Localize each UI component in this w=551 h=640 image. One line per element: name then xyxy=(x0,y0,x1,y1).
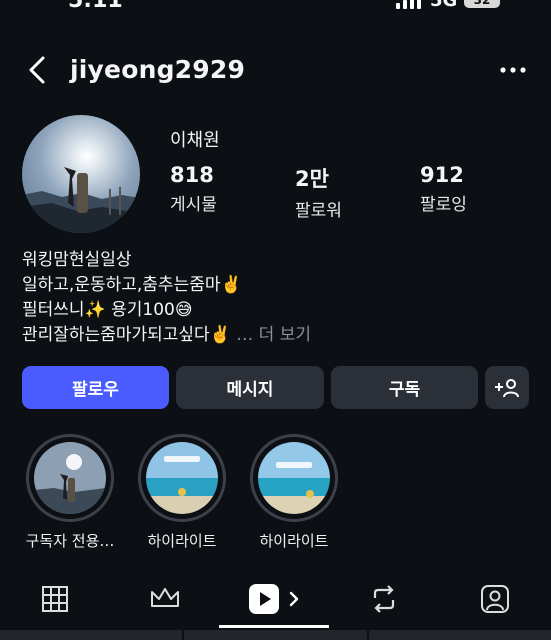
crown-icon xyxy=(151,588,179,607)
post-thumbnail[interactable] xyxy=(368,630,551,640)
bio-line: 일하고,운동하고,춤추는줌마✌️ xyxy=(22,275,242,295)
highlight-item[interactable]: 하이라이트 xyxy=(234,434,354,551)
following-count: 912 xyxy=(420,163,464,187)
posts-stat[interactable]: 818 게시물 xyxy=(170,163,217,215)
bio: 워킹맘현실일상 일하고,운동하고,춤추는줌마✌️ 필터쓰니✨ 용기100😅 관리… xyxy=(22,248,311,348)
message-button[interactable]: 메시지 xyxy=(176,366,324,409)
tab-grid[interactable] xyxy=(0,570,110,628)
followers-label: 팔로워 xyxy=(295,201,342,221)
highlight-ring xyxy=(250,434,338,522)
avatar[interactable] xyxy=(22,115,140,233)
highlight-caption: 하이라이트 xyxy=(147,532,217,550)
add-person-icon xyxy=(495,378,519,397)
display-name: 이채원 xyxy=(170,130,220,151)
signal-icon xyxy=(396,0,421,9)
follow-button[interactable]: 팔로우 xyxy=(22,366,169,409)
followers-count: 2만 xyxy=(295,167,329,191)
posts-label: 게시물 xyxy=(170,195,217,215)
grid-icon xyxy=(42,586,68,612)
post-grid-peek xyxy=(0,630,551,640)
tab-subscriber[interactable] xyxy=(110,570,220,628)
bio-more-link[interactable]: … 더 보기 xyxy=(236,325,311,345)
subscribe-button[interactable]: 구독 xyxy=(331,366,478,409)
followers-stat[interactable]: 2만 팔로워 xyxy=(295,163,342,221)
add-user-button[interactable] xyxy=(485,366,529,409)
highlight-ring xyxy=(138,434,226,522)
post-thumbnail[interactable] xyxy=(0,630,183,640)
tagged-person-icon xyxy=(481,585,509,613)
status-bar: 5:11 5G 32 xyxy=(0,0,551,14)
highlight-caption: 구독자 전용… xyxy=(25,532,115,550)
post-thumbnail[interactable] xyxy=(184,630,367,640)
profile-header: jiyeong2929 xyxy=(0,46,551,94)
network-label: 5G xyxy=(430,0,458,11)
highlight-thumbnail xyxy=(146,442,218,514)
content-tabs xyxy=(0,570,551,628)
bio-line: 워킹맘현실일상 xyxy=(22,250,132,270)
bio-line: 필터쓰니✨ 용기100😅 xyxy=(22,300,193,320)
highlight-ring xyxy=(26,434,114,522)
status-time: 5:11 xyxy=(68,0,123,13)
battery-icon: 32 xyxy=(464,0,500,8)
chevron-right-icon xyxy=(289,591,299,607)
highlight-item[interactable]: 구독자 전용… xyxy=(10,434,130,551)
highlight-thumbnail xyxy=(34,442,106,514)
username: jiyeong2929 xyxy=(70,55,246,84)
following-label: 팔로잉 xyxy=(420,195,467,215)
reels-play-icon xyxy=(249,584,279,614)
tab-reposts[interactable] xyxy=(329,570,439,628)
active-tab-indicator xyxy=(219,625,329,628)
tab-reels[interactable] xyxy=(219,570,329,628)
repost-icon xyxy=(373,585,395,613)
posts-count: 818 xyxy=(170,163,214,187)
more-options-icon[interactable] xyxy=(498,60,528,80)
following-stat[interactable]: 912 팔로잉 xyxy=(420,163,467,215)
bio-line-last: 관리잘하는줌마가되고싶다✌️ … 더 보기 xyxy=(22,323,311,348)
back-arrow-icon[interactable] xyxy=(22,54,54,86)
highlight-item[interactable]: 하이라이트 xyxy=(122,434,242,551)
highlight-thumbnail xyxy=(258,442,330,514)
highlight-caption: 하이라이트 xyxy=(259,532,329,550)
tab-tagged[interactable] xyxy=(440,570,550,628)
bio-line: 관리잘하는줌마가되고싶다✌️ xyxy=(22,325,231,345)
